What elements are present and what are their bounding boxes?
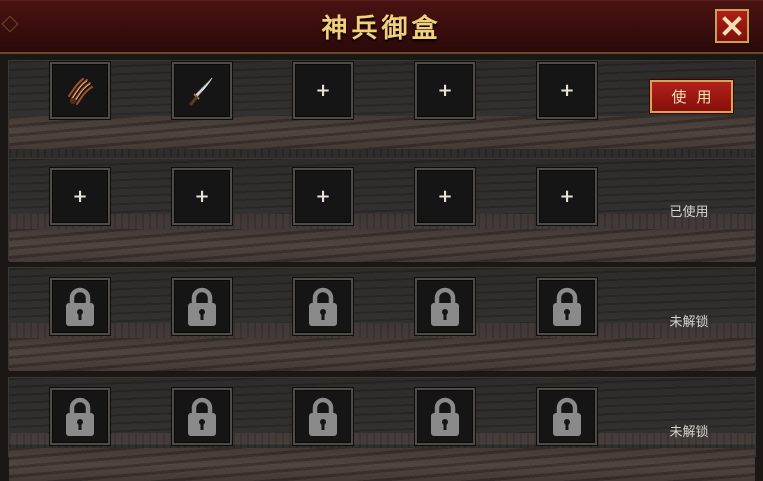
locked-slot	[415, 388, 475, 445]
add-icon: +	[315, 79, 331, 101]
lock-icon	[188, 287, 216, 326]
box-row-3: 未解锁	[8, 267, 756, 371]
box-row-4: 未解锁	[8, 377, 756, 481]
empty-slot[interactable]: +	[415, 168, 475, 225]
lock-icon	[309, 397, 337, 436]
equip-slot-blade[interactable]	[172, 62, 232, 119]
window-title: 神兵御盒	[321, 14, 442, 44]
claw-icon	[68, 77, 93, 105]
equip-slot-claw[interactable]	[50, 62, 110, 119]
close-button[interactable]	[715, 9, 749, 43]
empty-slot[interactable]: +	[172, 168, 232, 225]
add-icon: +	[72, 185, 88, 207]
locked-slot	[172, 388, 232, 445]
status-label: 未解锁	[669, 315, 709, 330]
empty-slot[interactable]: +	[537, 62, 597, 119]
locked-slot	[293, 388, 353, 445]
empty-slot[interactable]: +	[293, 62, 353, 119]
locked-slot	[537, 388, 597, 445]
locked-slot	[415, 278, 475, 335]
title-bar: 神兵御盒	[0, 0, 763, 54]
add-icon: +	[315, 185, 331, 207]
add-icon: +	[437, 185, 453, 207]
close-icon	[722, 16, 742, 36]
lock-icon	[66, 287, 94, 326]
lock-icon	[188, 397, 216, 436]
add-icon: +	[559, 185, 575, 207]
lock-icon	[431, 397, 459, 436]
box-row-1: + + + 使用	[8, 60, 756, 163]
empty-slot[interactable]: +	[293, 168, 353, 225]
empty-slot[interactable]: +	[537, 168, 597, 225]
lock-icon	[309, 287, 337, 326]
locked-slot	[537, 278, 597, 335]
status-label: 已使用	[669, 205, 709, 220]
box-row-2: + + + + + 已使用	[8, 158, 756, 262]
status-label: 未解锁	[669, 425, 709, 440]
locked-slot	[50, 278, 110, 335]
lock-icon	[66, 397, 94, 436]
locked-slot	[50, 388, 110, 445]
empty-slot[interactable]: +	[50, 168, 110, 225]
lock-icon	[431, 287, 459, 326]
add-icon: +	[194, 185, 210, 207]
blade-icon	[189, 77, 213, 105]
lock-icon	[553, 287, 581, 326]
locked-slot	[293, 278, 353, 335]
empty-slot[interactable]: +	[415, 62, 475, 119]
add-icon: +	[437, 79, 453, 101]
use-button[interactable]: 使用	[650, 80, 733, 113]
lock-icon	[553, 397, 581, 436]
add-icon: +	[559, 79, 575, 101]
locked-slot	[172, 278, 232, 335]
